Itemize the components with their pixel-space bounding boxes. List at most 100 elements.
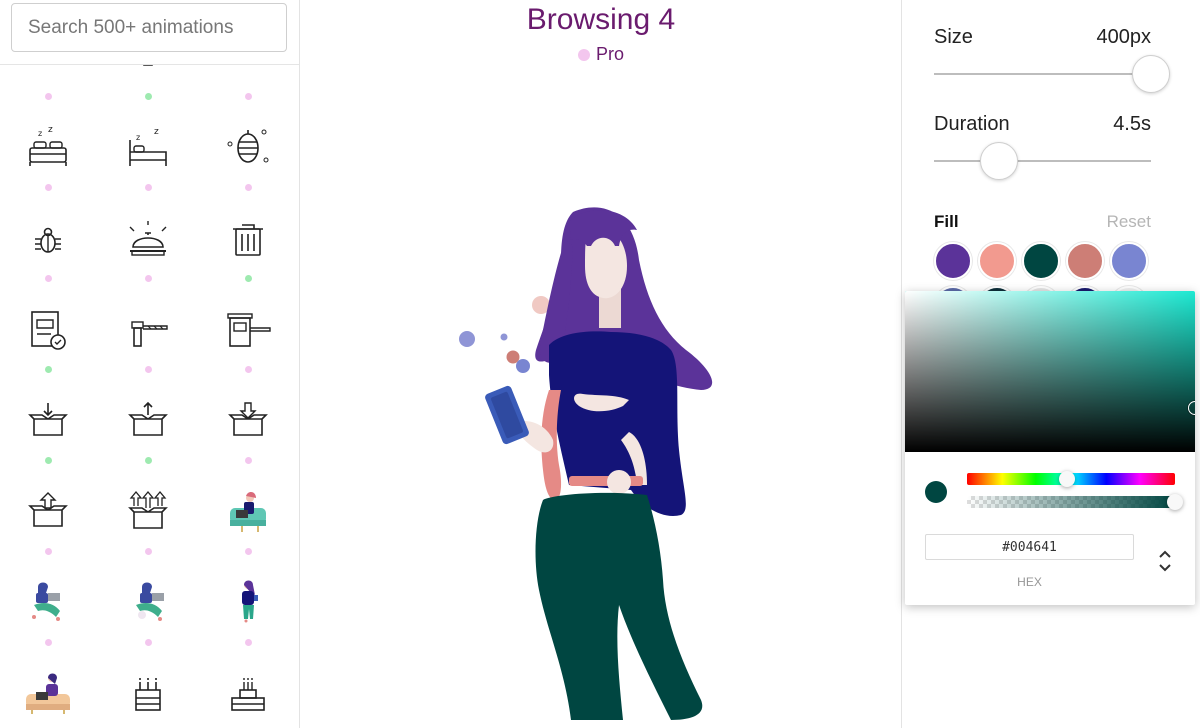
alpha-slider-knob[interactable]	[1167, 494, 1183, 510]
alpha-slider[interactable]	[967, 494, 1183, 510]
animation-list-item[interactable]: zz	[108, 122, 188, 212]
belt-buckle	[607, 470, 631, 494]
pro-badge: Pro	[301, 44, 901, 65]
hue-slider[interactable]	[967, 471, 1175, 487]
box-multi-upload-icon	[128, 490, 168, 529]
animation-list-item[interactable]: zz	[8, 122, 88, 212]
animation-list-item[interactable]	[108, 213, 188, 303]
tier-dot	[44, 457, 52, 464]
tier-dot	[244, 457, 252, 464]
animation-list-item[interactable]	[8, 668, 88, 728]
duration-slider-thumb[interactable]	[980, 142, 1019, 180]
fill-swatch[interactable]	[1066, 242, 1104, 280]
animation-list-item[interactable]	[8, 577, 88, 667]
tier-dot	[44, 184, 52, 191]
woman-sitting-laptop-icon	[32, 582, 60, 621]
size-slider-thumb[interactable]	[1132, 55, 1170, 93]
fill-swatch[interactable]	[1110, 242, 1148, 280]
double-bed-sleep-icon: zz	[29, 125, 67, 166]
box-download-icon	[228, 402, 268, 436]
bubble	[506, 350, 520, 364]
svg-text:z: z	[38, 129, 42, 138]
hex-mode-label: HEX	[1017, 575, 1042, 589]
tier-dot	[244, 275, 252, 282]
color-preview-swatch	[925, 481, 947, 503]
mode-toggle-icon[interactable]	[1155, 546, 1175, 576]
duration-label: Duration	[934, 113, 1010, 135]
belt	[569, 476, 643, 486]
animation-list-panel: zzzz	[0, 0, 300, 728]
fill-swatch[interactable]	[934, 242, 972, 280]
bubble	[516, 359, 530, 373]
woman-armchair-laptop-icon	[230, 492, 266, 532]
hex-input[interactable]	[925, 534, 1134, 560]
tier-dot	[44, 639, 52, 646]
tier-dot	[144, 366, 152, 373]
animation-list-item[interactable]	[208, 486, 288, 576]
animation-list-item[interactable]	[108, 304, 188, 394]
search-input[interactable]	[11, 3, 287, 52]
animation-list-item[interactable]	[108, 395, 188, 485]
bubble	[500, 333, 508, 341]
tray-icon	[20, 65, 76, 87]
animation-list-item[interactable]	[108, 65, 188, 121]
saturation-pointer[interactable]	[1188, 401, 1195, 415]
preview-area: Browsing 4 Pro	[301, 0, 901, 728]
woman-sofa-laptop-icon	[26, 673, 70, 714]
duration-slider-track[interactable]	[934, 160, 1151, 162]
animation-list-item[interactable]	[108, 668, 188, 728]
saturation-gradient	[905, 291, 1195, 452]
service-bell-icon	[129, 221, 167, 256]
tier-dot	[244, 639, 252, 646]
woman-standing-phone-icon	[242, 580, 258, 623]
tier-dot	[244, 366, 252, 373]
box-arrow-in-icon	[28, 403, 68, 436]
animation-list-item[interactable]	[208, 577, 288, 667]
svg-text:z: z	[136, 133, 140, 142]
duration-value: 4.5s	[1113, 113, 1151, 135]
tier-dot	[44, 366, 52, 373]
size-value: 400px	[1096, 26, 1152, 48]
hue-slider-knob[interactable]	[1058, 471, 1075, 487]
birthday-cake-icon	[135, 678, 161, 711]
reset-button[interactable]: Reset	[1082, 212, 1151, 232]
animation-list-item[interactable]	[8, 486, 88, 576]
animation-list-item[interactable]	[208, 668, 288, 728]
single-bed-sleep-icon: zz	[129, 127, 167, 166]
animation-list-item[interactable]	[8, 213, 88, 303]
animation-list-item[interactable]	[208, 304, 288, 394]
plant-icon	[220, 65, 276, 87]
icon-grid-viewport[interactable]: zzzz	[0, 65, 299, 728]
size-slider-track[interactable]	[934, 73, 1151, 75]
color-picker-popover: HEX	[905, 291, 1195, 605]
animation-list-item[interactable]	[208, 395, 288, 485]
box-arrow-out-icon	[128, 401, 168, 436]
tier-dot	[144, 548, 152, 555]
woman-sitting-laptop-2-icon	[136, 582, 164, 621]
animation-list-item[interactable]	[8, 395, 88, 485]
animation-list-item[interactable]	[208, 122, 288, 212]
animation-list-item[interactable]	[8, 304, 88, 394]
two-tier-cake-icon	[231, 678, 265, 711]
trash-can-icon	[233, 224, 263, 256]
tier-dot	[244, 548, 252, 555]
page-title: Browsing 4	[526, 3, 676, 36]
fill-swatch[interactable]	[1022, 242, 1060, 280]
tier-dot	[44, 93, 52, 100]
animation-list-item[interactable]	[108, 577, 188, 667]
browsing-woman-illustration	[459, 207, 713, 720]
tier-dot	[144, 275, 152, 282]
monitor-icon	[143, 65, 153, 66]
size-label: Size	[934, 26, 973, 48]
animation-list-item[interactable]	[208, 65, 288, 121]
approved-document-icon	[31, 311, 66, 350]
fill-swatch[interactable]	[978, 242, 1016, 280]
tier-dot	[244, 184, 252, 191]
animation-list-item[interactable]	[8, 65, 88, 121]
tier-dot	[144, 93, 152, 100]
svg-text:z: z	[48, 125, 53, 135]
tier-dot	[144, 457, 152, 464]
animation-list-item[interactable]	[208, 213, 288, 303]
animation-list-item[interactable]	[108, 486, 188, 576]
box-upload-icon	[28, 492, 68, 527]
